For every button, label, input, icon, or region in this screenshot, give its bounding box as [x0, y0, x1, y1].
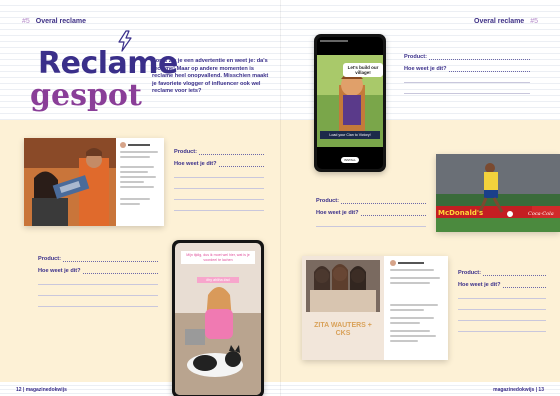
answer-line[interactable]: [483, 270, 546, 276]
answer-line[interactable]: [174, 167, 264, 178]
game-banner: Load your Clan to Victory!: [320, 131, 380, 139]
post-sidebar: [116, 138, 164, 226]
game-ad-screen: Let's build our village! Load your Clan …: [317, 37, 383, 169]
worksheet-block-1: Product: Hoe weet je dit?: [174, 143, 264, 211]
answer-line[interactable]: [316, 216, 426, 227]
intro-paragraph: Soms zie je een advertentie en weet je: …: [152, 58, 269, 95]
section-number: #5: [22, 18, 30, 25]
product-label: Product:: [458, 270, 481, 276]
product-label: Product:: [38, 256, 61, 262]
answer-line[interactable]: [38, 274, 158, 285]
answer-line[interactable]: [174, 189, 264, 200]
left-page-footer: 12 | magazinedokwijs: [16, 387, 67, 393]
answer-line[interactable]: [38, 285, 158, 296]
page-gutter: [280, 0, 281, 396]
book-cover-text: ZITA WAUTERS + CKS: [314, 322, 372, 337]
worksheet-block-5: Product: Hoe weet je dit?: [458, 264, 546, 332]
answer-line[interactable]: [458, 288, 546, 299]
answer-line[interactable]: [404, 72, 530, 83]
coca-cola-board: Coca-Cola: [528, 211, 554, 217]
story-caption: Mijn tijdig, dus ik moet wel hier, wat i…: [181, 251, 255, 265]
answer-line[interactable]: [341, 198, 426, 204]
install-button[interactable]: INSTALL: [341, 157, 359, 163]
book-instagram-post: ZITA WAUTERS + CKS: [302, 256, 448, 360]
book-photo: [302, 256, 384, 360]
page-title-line-2: gespot: [30, 78, 142, 113]
game-speech-bubble: Let's build our village!: [343, 63, 383, 77]
answer-line[interactable]: [63, 256, 158, 262]
answer-line[interactable]: [360, 210, 426, 216]
left-page-header: #5 Overal reclame: [22, 18, 86, 25]
product-label: Product:: [316, 198, 339, 204]
section-number: #5: [530, 18, 538, 25]
football-photo: McDonald's Coca-Cola: [436, 154, 560, 232]
question-label: Hoe weet je dit?: [38, 268, 81, 274]
post-photo: [24, 138, 116, 226]
instagram-post-card: [24, 138, 164, 226]
worksheet-block-4: Product: Hoe weet je dit?: [316, 192, 426, 227]
question-label: Hoe weet je dit?: [316, 210, 359, 216]
mcdonalds-board: McDonald's: [438, 209, 484, 217]
worksheet-block-2: Product: Hoe weet je dit?: [38, 250, 158, 307]
answer-line[interactable]: [174, 200, 264, 211]
answer-line[interactable]: [82, 268, 158, 274]
football-scene: [436, 154, 560, 232]
magazine-spread: #5 Overal reclame Overal reclame #5 Reclam…: [0, 0, 560, 396]
answer-line[interactable]: [502, 282, 546, 288]
story-photo: [175, 243, 261, 395]
answer-line[interactable]: [458, 321, 546, 332]
answer-line[interactable]: [218, 161, 264, 167]
product-label: Product:: [404, 54, 427, 60]
avatar: [120, 142, 126, 148]
section-title: Overal reclame: [35, 18, 86, 25]
answer-line[interactable]: [174, 178, 264, 189]
worksheet-block-3: Product: Hoe weet je dit?: [404, 48, 530, 94]
answer-line[interactable]: [199, 149, 264, 155]
answer-line[interactable]: [458, 299, 546, 310]
post-sidebar: [386, 256, 448, 360]
game-ad-phone: Let's build our village! Load your Clan …: [314, 34, 386, 172]
right-page-footer: magazinedokwijs | 13: [493, 387, 544, 393]
story-tag: #hy ahliha #ad: [197, 277, 239, 283]
question-label: Hoe weet je dit?: [404, 66, 447, 72]
answer-line[interactable]: [38, 296, 158, 307]
question-label: Hoe weet je dit?: [458, 282, 501, 288]
question-label: Hoe weet je dit?: [174, 161, 217, 167]
story-screen: Mijn tijdig, dus ik moet wel hier, wat i…: [175, 243, 261, 395]
right-page-header: Overal reclame #5: [474, 18, 538, 25]
product-label: Product:: [174, 149, 197, 155]
answer-line[interactable]: [448, 66, 530, 72]
answer-line[interactable]: [429, 54, 530, 60]
answer-line[interactable]: [404, 83, 530, 94]
answer-line[interactable]: [458, 310, 546, 321]
section-title: Overal reclame: [474, 18, 525, 25]
instagram-story-phone: Mijn tijdig, dus ik moet wel hier, wat i…: [172, 240, 264, 396]
avatar: [390, 260, 396, 266]
